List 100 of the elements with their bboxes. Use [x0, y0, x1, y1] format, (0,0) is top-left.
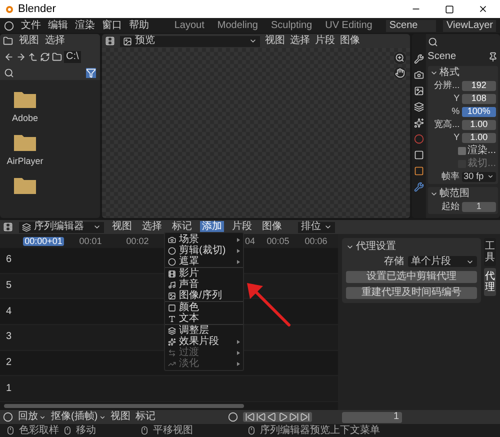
menu-item[interactable]: 片段 — [315, 36, 335, 46]
play-reverse-icon[interactable] — [267, 412, 277, 422]
search-icon[interactable] — [4, 68, 14, 78]
menu-item[interactable]: 视图 — [19, 36, 39, 46]
field-label: 分辨... — [433, 81, 460, 90]
menu-item[interactable]: 剪辑(裁切) — [165, 245, 243, 256]
menu-item[interactable]: 选择 — [45, 36, 65, 46]
jump-start-icon[interactable] — [245, 412, 255, 422]
output-icon[interactable] — [414, 86, 424, 96]
number-field[interactable]: 108 — [462, 94, 496, 104]
editor-dropdown[interactable]: 序列编辑器 — [19, 222, 104, 232]
menu-item[interactable]: 添加 — [200, 221, 224, 233]
menu-item[interactable]: 图像 — [340, 36, 360, 46]
layers-icon[interactable] — [414, 102, 424, 112]
menu-item[interactable]: 文本 — [165, 313, 243, 324]
pin-icon[interactable] — [488, 52, 498, 62]
storage-dropdown[interactable]: 单个片段 — [408, 256, 477, 267]
wrench-icon[interactable] — [414, 182, 424, 192]
channel-number: 4 — [6, 306, 12, 317]
workspace-tab[interactable]: Modeling — [214, 20, 261, 30]
number-field[interactable]: 1.00 — [462, 120, 496, 130]
menu-item[interactable]: 效果片段 — [165, 336, 243, 347]
menu-item[interactable]: 颜色 — [165, 302, 243, 313]
percent-slider[interactable]: 100% — [462, 106, 496, 116]
menu-item[interactable]: 编辑 — [48, 20, 68, 30]
workspace-tab[interactable]: Sculpting — [268, 20, 316, 30]
path-field[interactable]: C:\ — [64, 51, 81, 63]
folder-name[interactable]: AirPlayer — [6, 157, 44, 166]
refresh-icon[interactable] — [40, 52, 50, 62]
pivot-dropdown[interactable]: 排位 — [298, 222, 335, 232]
close-icon[interactable] — [478, 4, 488, 14]
menu-item[interactable]: 图像 — [260, 221, 284, 233]
scene-field[interactable]: Scene — [386, 20, 436, 32]
menu-item[interactable]: 遮罩 — [165, 256, 243, 267]
menu-item[interactable]: 文件 — [21, 20, 41, 30]
folder-name[interactable]: Adobe — [12, 114, 38, 123]
menu-item[interactable]: 视图 — [265, 36, 285, 46]
menu-item[interactable]: 窗口 — [102, 20, 122, 30]
filter-icon[interactable] — [86, 68, 96, 78]
jump-end-icon[interactable] — [300, 412, 310, 422]
scrollbar[interactable] — [4, 404, 244, 408]
zoom-icon[interactable] — [394, 52, 406, 64]
menu-item[interactable]: 调整层 — [165, 325, 243, 336]
preview-dropdown[interactable]: 预览 — [120, 36, 260, 46]
search-icon[interactable] — [428, 37, 438, 47]
workspace-tab[interactable]: Layout — [171, 20, 208, 30]
proxy-button[interactable]: 重建代理及时间码编号 — [346, 287, 477, 299]
menu-item[interactable]: 帮助 — [129, 20, 149, 30]
menu-item[interactable]: 渲染 — [75, 20, 95, 30]
number-field[interactable]: 1.00 — [462, 132, 496, 142]
back-icon[interactable] — [4, 52, 14, 62]
menu-item[interactable]: 影片 — [165, 268, 243, 279]
menu-item[interactable]: 选择 — [290, 36, 310, 46]
menu-item[interactable]: 视图 — [110, 412, 131, 422]
hand-icon[interactable] — [394, 67, 406, 79]
record-icon[interactable] — [228, 412, 238, 422]
channel-number: 1 — [6, 384, 12, 394]
maximize-icon[interactable] — [445, 4, 454, 14]
menu-item[interactable]: 图像/序列 — [165, 290, 243, 301]
camera-icon — [168, 236, 176, 244]
checkbox-label: 裁切... — [468, 158, 496, 168]
frame-field[interactable]: 1 — [342, 412, 402, 422]
chevron-down-icon[interactable] — [430, 190, 438, 198]
prev-key-icon[interactable] — [256, 412, 266, 422]
folder-icon[interactable] — [14, 90, 36, 108]
folder-icon[interactable] — [3, 36, 13, 46]
new-folder-icon[interactable] — [52, 52, 62, 62]
sidebar-tab[interactable]: 工具 — [484, 238, 496, 266]
number-field[interactable]: 1 — [462, 202, 496, 212]
world-icon[interactable] — [414, 134, 424, 144]
object-icon[interactable] — [414, 166, 424, 176]
menu-item[interactable]: 片段 — [230, 221, 254, 233]
collection-icon[interactable] — [414, 150, 424, 160]
proxy-button[interactable]: 设置已选中剪辑代理 — [346, 271, 477, 283]
forward-icon[interactable] — [16, 52, 26, 62]
chevron-down-icon[interactable] — [430, 69, 438, 77]
folder-icon[interactable] — [14, 133, 36, 151]
folder-icon[interactable] — [14, 176, 36, 194]
menu-item[interactable]: 视图 — [110, 221, 134, 233]
menu-dropdown[interactable]: 抠像(插帧) — [51, 412, 106, 422]
frame-rate-dropdown[interactable]: 30 fp — [462, 172, 496, 182]
menu-item[interactable]: 场景 — [165, 234, 243, 245]
view-layer-field[interactable]: ViewLayer — [443, 20, 496, 32]
workspace-tab[interactable]: UV Editing — [322, 20, 376, 30]
number-field[interactable]: 192 — [462, 80, 496, 90]
next-key-icon[interactable] — [289, 412, 299, 422]
sidebar-tab[interactable]: 代理 — [484, 268, 496, 296]
menu-item[interactable]: 标记 — [170, 221, 194, 233]
menu-item[interactable]: 选择 — [140, 221, 164, 233]
checkbox[interactable] — [458, 146, 466, 154]
play-icon[interactable] — [278, 412, 288, 422]
menu-dropdown[interactable]: 回放 — [18, 412, 46, 422]
render-icon[interactable] — [414, 70, 424, 80]
menu-item[interactable]: 声音 — [165, 279, 243, 290]
tool-icon[interactable] — [414, 54, 424, 64]
parent-icon[interactable] — [28, 52, 38, 62]
menu-item[interactable]: 标记 — [136, 412, 156, 422]
status-text: 平移视图 — [153, 426, 193, 436]
chevron-down-icon[interactable] — [346, 243, 354, 251]
scene-icon[interactable] — [414, 118, 424, 128]
